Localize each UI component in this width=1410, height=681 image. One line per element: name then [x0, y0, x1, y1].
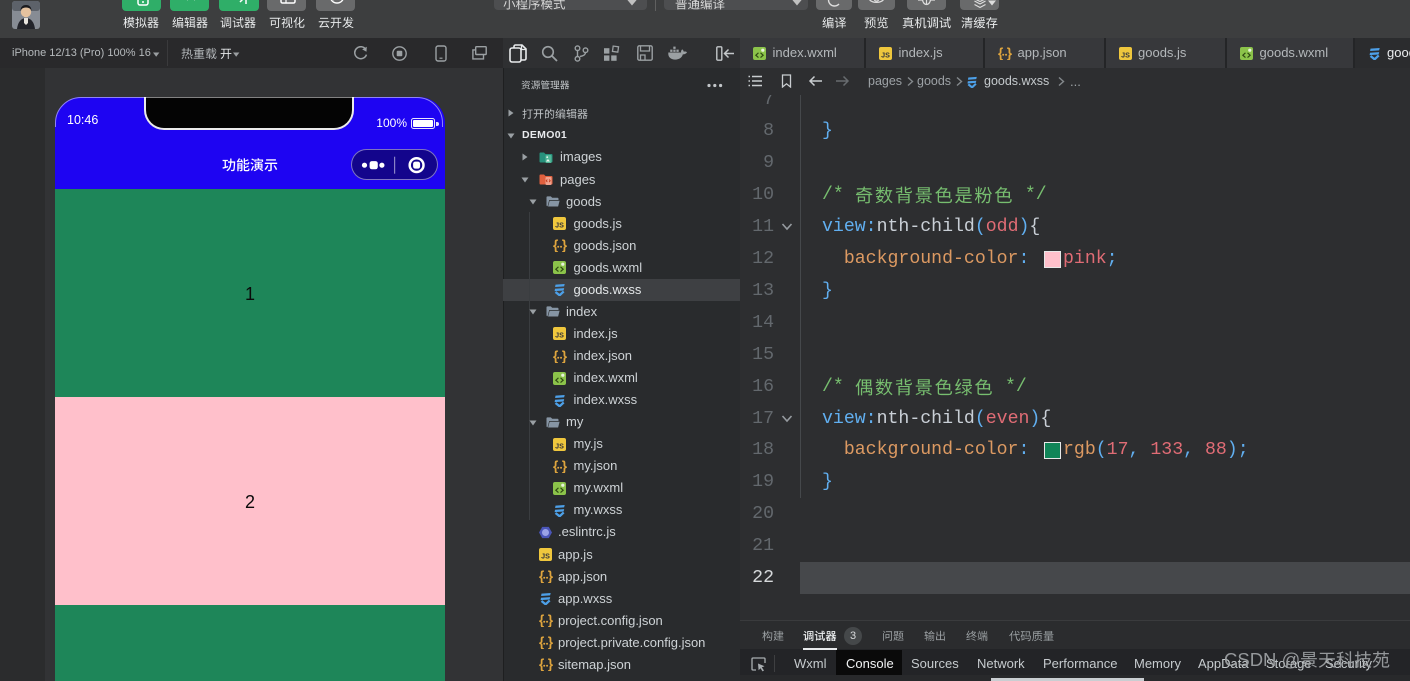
svg-text:}: }	[561, 350, 567, 363]
svg-text:}: }	[547, 570, 553, 583]
svg-text:}: }	[561, 460, 567, 473]
svg-text:}: }	[547, 614, 553, 627]
svg-text:{: {	[539, 614, 545, 627]
svg-text:{: {	[553, 460, 559, 473]
svg-text:{: {	[553, 350, 559, 363]
svg-text:}: }	[561, 239, 567, 252]
svg-text:JS: JS	[881, 51, 890, 59]
svg-text:{: {	[539, 636, 545, 649]
svg-text:{: {	[998, 47, 1004, 60]
svg-text:JS: JS	[555, 442, 564, 450]
svg-text:{: {	[539, 570, 545, 583]
svg-text:}: }	[547, 636, 553, 649]
svg-text:{: {	[553, 239, 559, 252]
svg-text:JS: JS	[555, 221, 564, 229]
svg-text:}: }	[547, 658, 553, 671]
svg-text:}: }	[1007, 47, 1013, 60]
svg-text:JS: JS	[555, 332, 564, 340]
svg-text:{: {	[539, 658, 545, 671]
svg-text:JS: JS	[541, 552, 550, 560]
svg-text:JS: JS	[1121, 51, 1130, 59]
